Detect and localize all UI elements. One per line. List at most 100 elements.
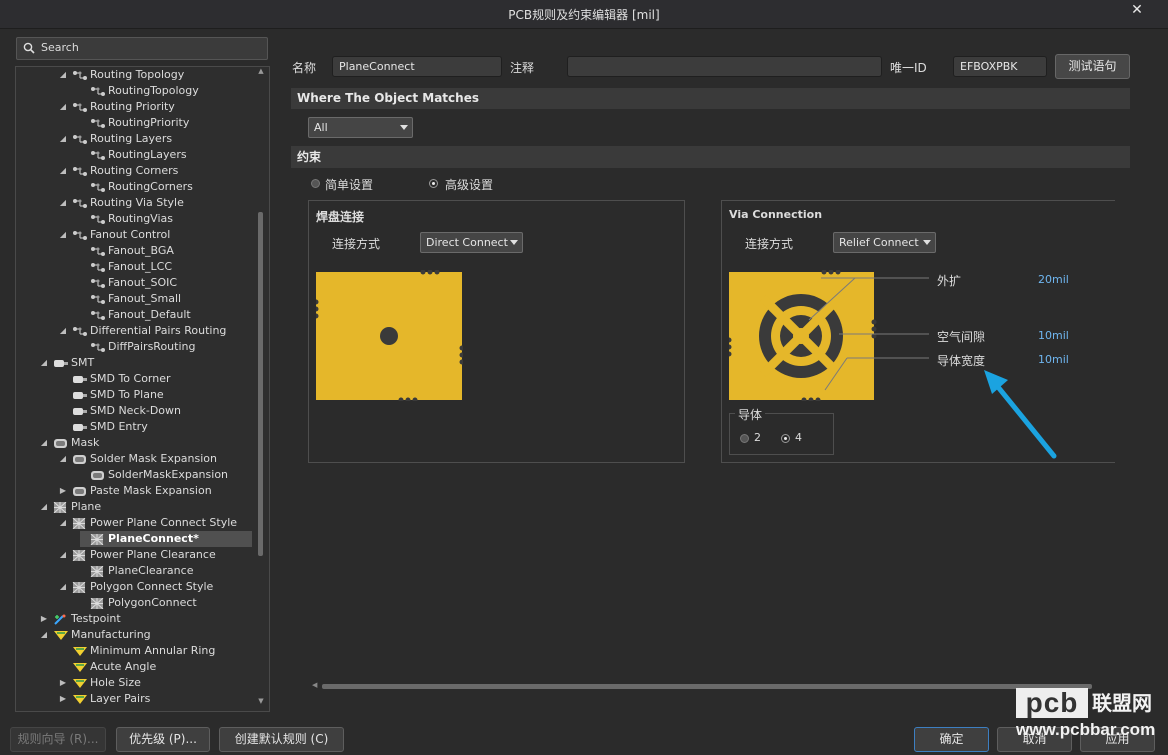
tree-item[interactable]: PolygonConnect	[80, 595, 252, 611]
priority-button[interactable]: 优先级 (P)...	[116, 727, 210, 752]
manufacturing-icon	[72, 662, 88, 673]
conductors-4-radio[interactable]	[781, 434, 790, 443]
collapse-arrow-icon[interactable]: ◢	[58, 195, 68, 211]
tree-item[interactable]: ◢ Mask	[41, 435, 252, 451]
tree-item[interactable]: ◢ Differential Pairs Routing	[60, 323, 252, 339]
tree-item-label: RoutingPriority	[108, 116, 190, 129]
tree-item-label: PlaneConnect*	[108, 532, 199, 545]
search-icon	[23, 42, 35, 54]
collapse-arrow-icon[interactable]: ◢	[58, 163, 68, 179]
collapse-arrow-icon[interactable]: ◢	[39, 499, 49, 515]
create-default-rules-button[interactable]: 创建默认规则 (C)	[219, 727, 344, 752]
tree-item[interactable]: Minimum Annular Ring	[62, 643, 252, 659]
tree-item[interactable]: Acute Angle	[62, 659, 252, 675]
tree-item[interactable]: RoutingTopology	[80, 83, 252, 99]
test-query-button[interactable]: 测试语句	[1055, 54, 1130, 79]
mask-icon	[72, 454, 88, 465]
tree-item[interactable]: ▶ Hole Size	[60, 675, 252, 691]
air-gap-value[interactable]: 10mil	[1038, 329, 1069, 342]
where-section-header: Where The Object Matches	[291, 88, 1130, 109]
tree-item[interactable]: RoutingPriority	[80, 115, 252, 131]
tree-item[interactable]: Fanout_BGA	[80, 243, 252, 259]
expand-arrow-icon[interactable]: ▶	[58, 691, 68, 707]
simple-mode-radio[interactable]	[311, 179, 320, 188]
tree-item[interactable]: DiffPairsRouting	[80, 339, 252, 355]
tree-item[interactable]: PlaneClearance	[80, 563, 252, 579]
tree-item[interactable]: ◢ Fanout Control	[60, 227, 252, 243]
collapse-arrow-icon[interactable]: ◢	[58, 67, 68, 83]
plane-icon	[90, 533, 106, 546]
tree-item[interactable]: SMD To Plane	[62, 387, 252, 403]
collapse-arrow-icon[interactable]: ◢	[58, 515, 68, 531]
rule-wizard-button[interactable]: 规则向导 (R)...	[10, 727, 106, 752]
tree-item-label: PolygonConnect	[108, 596, 197, 609]
tree-item[interactable]: Fanout_Default	[80, 307, 252, 323]
collapse-arrow-icon[interactable]: ◢	[39, 627, 49, 643]
collapse-arrow-icon[interactable]: ◢	[39, 355, 49, 371]
collapse-arrow-icon[interactable]: ◢	[58, 131, 68, 147]
collapse-arrow-icon[interactable]: ◢	[58, 227, 68, 243]
simple-mode-label: 简单设置	[325, 178, 374, 192]
tree-item[interactable]: ◢ Manufacturing	[41, 627, 252, 643]
tree-item[interactable]: Fanout_Small	[80, 291, 252, 307]
expand-arrow-icon[interactable]: ▶	[39, 611, 49, 627]
unique-id-field[interactable]: EFBOXPBK	[953, 56, 1047, 77]
tree-item-label: RoutingCorners	[108, 180, 193, 193]
conductor-width-value[interactable]: 10mil	[1038, 353, 1069, 366]
expansion-value[interactable]: 20mil	[1038, 273, 1069, 286]
tree-item[interactable]: SMD Entry	[62, 419, 252, 435]
expand-arrow-icon[interactable]: ▶	[58, 483, 68, 499]
tree-item[interactable]: ▶ Layer Pairs	[60, 691, 252, 707]
tree-item[interactable]: Fanout_LCC	[80, 259, 252, 275]
collapse-arrow-icon[interactable]: ◢	[58, 579, 68, 595]
tree-item[interactable]: ◢ Polygon Connect Style	[60, 579, 252, 595]
search-input[interactable]	[41, 39, 251, 55]
name-field[interactable]: PlaneConnect	[332, 56, 502, 77]
tree-item[interactable]: ◢ Power Plane Connect Style	[60, 515, 252, 531]
tree-item[interactable]: ▶ Paste Mask Expansion	[60, 483, 252, 499]
collapse-arrow-icon[interactable]: ◢	[58, 323, 68, 339]
via-connect-style-dropdown[interactable]: Relief Connect	[833, 232, 936, 253]
tree-item[interactable]: SMD Neck-Down	[62, 403, 252, 419]
collapse-arrow-icon[interactable]: ◢	[58, 547, 68, 563]
scope-dropdown[interactable]: All	[308, 117, 413, 138]
pad-connect-style-dropdown[interactable]: Direct Connect	[420, 232, 523, 253]
tree-item[interactable]: ▶ Testpoint	[41, 611, 252, 627]
ok-button[interactable]: 确定	[914, 727, 989, 752]
tree-item-label: Differential Pairs Routing	[90, 324, 227, 337]
expand-arrow-icon[interactable]: ▶	[58, 675, 68, 691]
tree-item[interactable]: ◢ Power Plane Clearance	[60, 547, 252, 563]
tree-item[interactable]: SolderMaskExpansion	[80, 467, 252, 483]
collapse-arrow-icon[interactable]: ◢	[58, 99, 68, 115]
tree-item[interactable]: RoutingLayers	[80, 147, 252, 163]
tree-item-selected[interactable]: PlaneConnect*	[80, 531, 252, 547]
tree-item[interactable]: ◢ SMT	[41, 355, 252, 371]
rule-category-icon	[72, 102, 88, 113]
watermark-url: www.pcbbar.com	[1016, 720, 1156, 739]
tree-item[interactable]: ◢ Solder Mask Expansion	[60, 451, 252, 467]
conductors-2-radio[interactable]	[740, 434, 749, 443]
tree-item-label: Fanout_Default	[108, 308, 191, 321]
collapse-arrow-icon[interactable]: ◢	[58, 451, 68, 467]
tree-item-label: Fanout_SOIC	[108, 276, 178, 289]
tree-item[interactable]: ◢ Routing Corners	[60, 163, 252, 179]
tree-item[interactable]: ◢ Plane	[41, 499, 252, 515]
tree-item[interactable]: ◢ Routing Layers	[60, 131, 252, 147]
rule-icon	[90, 310, 106, 321]
tree-item[interactable]: ◢ Routing Via Style	[60, 195, 252, 211]
tree-item[interactable]: RoutingCorners	[80, 179, 252, 195]
tree-scrollbar-thumb[interactable]	[258, 212, 263, 556]
tree-item[interactable]: ◢ Routing Priority	[60, 99, 252, 115]
tree-item-label: Routing Priority	[90, 100, 175, 113]
horizontal-scrollbar[interactable]: ◀	[312, 681, 1122, 691]
advanced-mode-radio[interactable]	[429, 179, 438, 188]
tree-item[interactable]: Fanout_SOIC	[80, 275, 252, 291]
tree-item[interactable]: RoutingVias	[80, 211, 252, 227]
tree-item[interactable]: ◢ Routing Topology	[60, 67, 252, 83]
collapse-arrow-icon[interactable]: ◢	[39, 435, 49, 451]
rule-category-icon	[72, 166, 88, 177]
tree-item[interactable]: SMD To Corner	[62, 371, 252, 387]
comment-field[interactable]	[567, 56, 882, 77]
close-icon[interactable]: ✕	[1128, 2, 1146, 22]
rule-icon	[90, 278, 106, 289]
